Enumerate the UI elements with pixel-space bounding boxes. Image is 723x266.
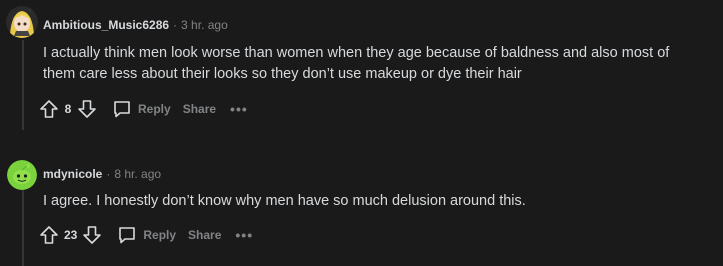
share-label: Share <box>188 228 222 242</box>
comment-body: I agree. I honestly don’t know why men h… <box>43 193 526 209</box>
reply-label: Reply <box>138 102 171 116</box>
timestamp[interactable]: 8 hr. ago <box>114 167 161 181</box>
downvote-arrow-icon <box>78 100 96 118</box>
more-options-button[interactable]: ••• <box>222 97 256 121</box>
upvote-button[interactable] <box>38 98 60 120</box>
anime-girl-avatar-icon <box>6 6 38 38</box>
thread-line[interactable] <box>22 190 24 266</box>
comment: Ambitious_Music6286 · 3 hr. ago I actually… <box>0 0 723 130</box>
upvote-arrow-icon <box>40 226 58 244</box>
comment-actions: 23 Reply Share ••• <box>38 223 261 247</box>
reply-button[interactable]: Reply <box>106 97 177 121</box>
downvote-arrow-icon <box>83 226 102 244</box>
green-snoo-avatar-icon <box>7 160 37 190</box>
user-avatar[interactable] <box>6 6 38 38</box>
vote-score: 23 <box>64 228 78 242</box>
separator-dot: · <box>106 167 111 181</box>
more-icon: ••• <box>235 227 254 243</box>
comment-actions: 8 Reply Share ••• <box>38 97 256 121</box>
share-button[interactable]: Share <box>182 223 227 247</box>
downvote-button[interactable] <box>81 224 103 246</box>
vote-score: 8 <box>64 102 72 116</box>
reply-label: Reply <box>143 228 177 242</box>
upvote-arrow-icon <box>40 100 58 118</box>
upvote-button[interactable] <box>38 224 60 246</box>
username[interactable]: mdynicole <box>43 167 102 181</box>
comment-bubble-icon <box>114 101 130 118</box>
separator-dot: · <box>173 18 178 32</box>
username[interactable]: Ambitious_Music6286 <box>43 18 169 32</box>
comment-bubble-icon <box>119 227 136 244</box>
more-icon: ••• <box>230 101 248 117</box>
downvote-button[interactable] <box>76 98 98 120</box>
comment-body: I actually think men look worse than wom… <box>43 45 670 82</box>
thread-line[interactable] <box>22 40 24 130</box>
comment: mdynicole · 8 hr. ago I agree. I honestly … <box>0 150 723 266</box>
comment-header: Ambitious_Music6286 · 3 hr. ago <box>43 17 228 33</box>
user-avatar[interactable] <box>7 160 37 190</box>
comment-header: mdynicole · 8 hr. ago <box>43 166 161 182</box>
share-button[interactable]: Share <box>177 97 222 121</box>
timestamp[interactable]: 3 hr. ago <box>181 18 228 32</box>
reply-button[interactable]: Reply <box>111 223 182 247</box>
more-options-button[interactable]: ••• <box>227 223 261 247</box>
share-label: Share <box>182 102 217 116</box>
